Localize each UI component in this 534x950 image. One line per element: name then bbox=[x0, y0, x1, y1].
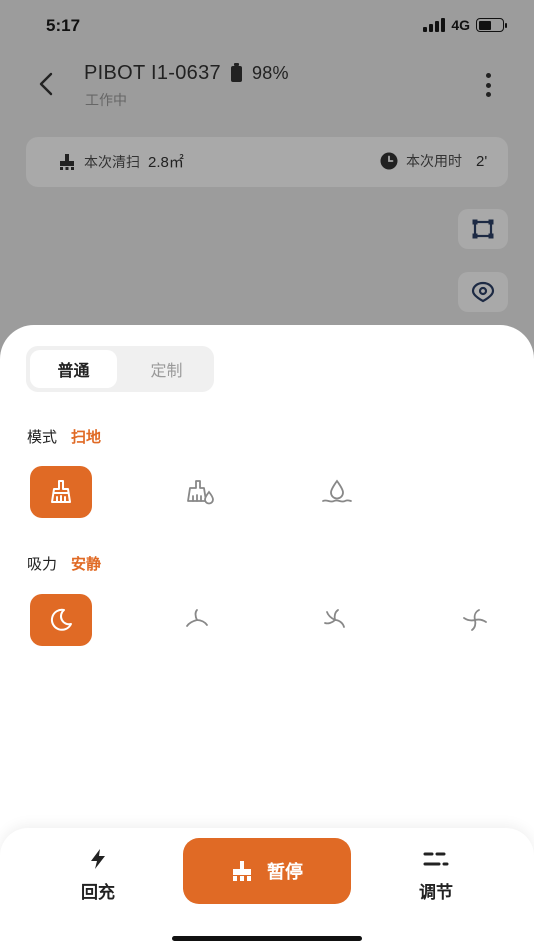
sliders-icon bbox=[423, 852, 449, 866]
broom-small-icon bbox=[60, 153, 74, 170]
map-location-button[interactable] bbox=[458, 272, 508, 312]
pause-button[interactable]: 暂停 bbox=[183, 838, 351, 904]
crop-frame-icon bbox=[472, 219, 494, 239]
mode-options bbox=[30, 466, 520, 518]
tab-custom[interactable]: 定制 bbox=[123, 350, 210, 388]
cleaning-time-stat: 本次用时 2' bbox=[380, 151, 487, 171]
device-header: PIBOT I1-0637 98% bbox=[84, 62, 289, 85]
mode-value: 扫地 bbox=[71, 429, 102, 446]
fan-low-icon bbox=[186, 609, 208, 627]
tab-normal[interactable]: 普通 bbox=[30, 350, 117, 388]
mode-option-sweep-mop[interactable] bbox=[170, 466, 232, 518]
map-frame-button[interactable] bbox=[458, 209, 508, 249]
device-name: PIBOT I1-0637 bbox=[84, 62, 221, 84]
cleaned-area-label: 本次清扫 bbox=[84, 153, 140, 170]
broom-white-icon bbox=[233, 861, 251, 881]
cleaning-time-label: 本次用时 bbox=[406, 153, 462, 169]
mode-label-row: 模式 扫地 bbox=[27, 426, 101, 447]
moon-quiet-icon bbox=[50, 608, 72, 631]
mode-option-mop[interactable] bbox=[306, 466, 368, 518]
suction-value: 安静 bbox=[71, 556, 102, 573]
suction-option-max[interactable] bbox=[444, 594, 506, 646]
mop-drop-icon bbox=[322, 479, 352, 503]
clock-icon bbox=[380, 152, 398, 170]
device-battery-icon bbox=[230, 62, 242, 82]
location-pin-icon bbox=[471, 281, 495, 303]
status-bar: 5:17 4G bbox=[0, 0, 534, 52]
suction-label-row: 吸力 安静 bbox=[27, 553, 101, 574]
cleaning-time-value: 2' bbox=[476, 152, 488, 170]
suction-option-quiet[interactable] bbox=[30, 594, 92, 646]
status-indicators: 4G bbox=[423, 17, 507, 33]
device-battery-level: 98% bbox=[251, 63, 289, 83]
broom-icon bbox=[51, 480, 71, 503]
suction-label: 吸力 bbox=[27, 556, 58, 573]
pause-label: 暂停 bbox=[267, 862, 303, 882]
signal-icon bbox=[423, 18, 446, 32]
cleaning-stats-card: 本次清扫 2.8㎡ 本次用时 2' bbox=[26, 137, 508, 187]
home-indicator[interactable] bbox=[172, 936, 362, 941]
more-options-button[interactable] bbox=[480, 70, 496, 100]
suction-option-standard[interactable] bbox=[166, 594, 228, 646]
fan-medium-icon bbox=[324, 609, 345, 628]
status-time: 5:17 bbox=[46, 16, 81, 35]
mode-option-sweep[interactable] bbox=[30, 466, 92, 518]
suction-option-strong[interactable] bbox=[304, 594, 366, 646]
recharge-label: 回充 bbox=[81, 883, 115, 902]
more-dot-icon bbox=[485, 73, 491, 78]
cleaned-area-value: 2.8㎡ bbox=[148, 154, 184, 171]
network-type: 4G bbox=[451, 17, 470, 33]
phone-battery-icon bbox=[476, 18, 507, 32]
back-button[interactable] bbox=[30, 68, 62, 100]
adjust-button[interactable]: 调节 bbox=[396, 848, 476, 903]
adjust-label: 调节 bbox=[419, 883, 453, 902]
mode-tabs: 普通 定制 bbox=[26, 346, 214, 392]
sweep-and-mop-icon bbox=[187, 480, 214, 505]
suction-options bbox=[30, 594, 520, 646]
lightning-icon bbox=[91, 849, 105, 869]
device-status: 工作中 bbox=[85, 92, 127, 108]
cleaned-area-stat: 本次清扫 2.8㎡ bbox=[58, 151, 184, 172]
fan-high-icon bbox=[463, 609, 487, 631]
mode-label: 模式 bbox=[27, 429, 58, 446]
top-bar: PIBOT I1-0637 98% 工作中 bbox=[0, 56, 534, 116]
bottom-action-bar: 回充 暂停 调节 bbox=[0, 828, 534, 950]
recharge-button[interactable]: 回充 bbox=[58, 848, 138, 903]
chevron-left-icon bbox=[39, 72, 53, 96]
